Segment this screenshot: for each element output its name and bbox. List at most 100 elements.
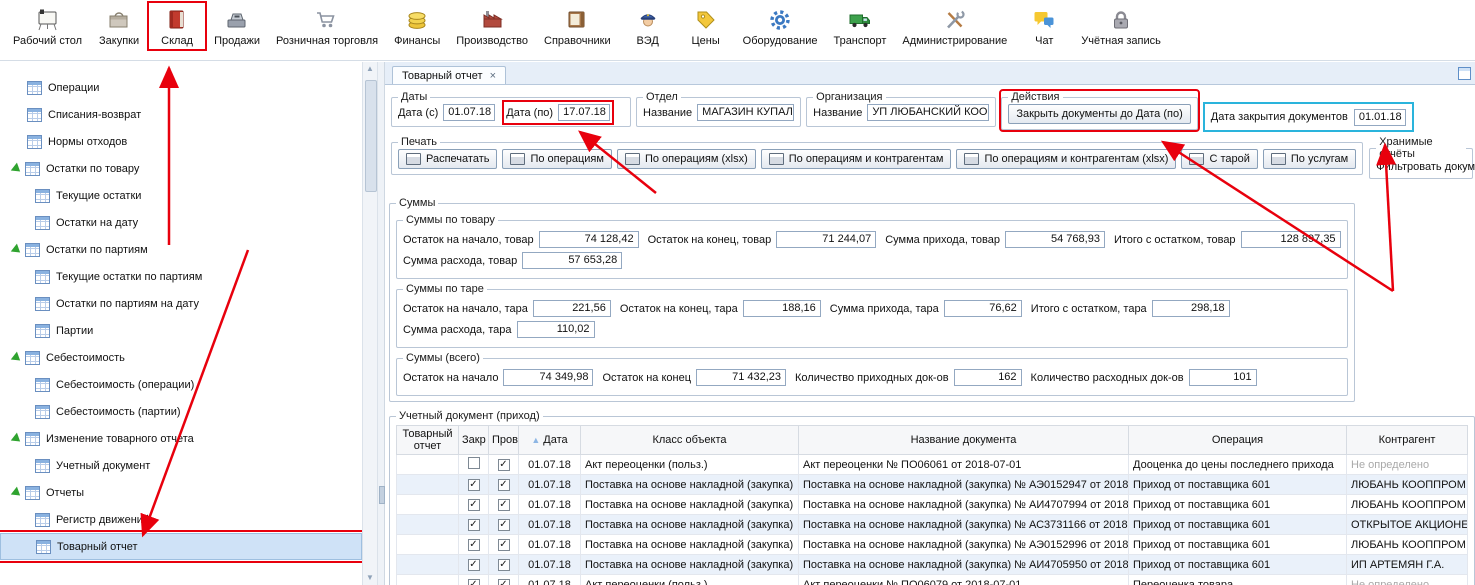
proved-checkbox[interactable]: ✓ (498, 559, 510, 571)
close-documents-button[interactable]: Закрыть документы до Дата (по) (1008, 104, 1190, 124)
table-row[interactable]: ✓ 01.07.18 Акт переоценки (польз.) Акт п… (397, 455, 1468, 475)
table-row[interactable]: ✓ ✓ 01.07.18 Поставка на основе накладно… (397, 535, 1468, 555)
table-row[interactable]: ✓ ✓ 01.07.18 Акт переоценки (польз.) Акт… (397, 575, 1468, 585)
proved-checkbox[interactable]: ✓ (498, 479, 510, 491)
sum-field-value[interactable]: 76,62 (944, 300, 1022, 317)
toolbar-item-transport[interactable]: Транспорт (826, 3, 893, 49)
print-by-operations-xlsx-button[interactable]: По операциям (xlsx) (617, 149, 756, 169)
organization-input[interactable]: УП ЛЮБАНСКИЙ КООПТ (867, 104, 989, 121)
print-by-services-button[interactable]: По услугам (1263, 149, 1356, 169)
date-from-input[interactable]: 01.07.18 (443, 104, 495, 121)
toolbar-item-production[interactable]: Производство (449, 3, 535, 49)
column-closed[interactable]: Закр (459, 426, 489, 455)
closed-checkbox[interactable]: ✓ (468, 479, 480, 491)
column-document-name[interactable]: Название документа (799, 426, 1129, 455)
scroll-up-arrow[interactable]: ▲ (366, 62, 374, 76)
sum-field-value[interactable]: 74 128,42 (539, 231, 639, 248)
closed-checkbox[interactable] (468, 457, 480, 469)
toolbar-item-finance[interactable]: Финансы (387, 3, 447, 49)
tab-list-button[interactable] (1458, 67, 1471, 80)
table-row[interactable]: ✓ ✓ 01.07.18 Поставка на основе накладно… (397, 475, 1468, 495)
sidebar-item-stock-by-batches-on-date[interactable]: Остатки по партиям на дату (0, 290, 362, 317)
sum-field-value[interactable]: 298,18 (1152, 300, 1230, 317)
column-proved[interactable]: Пров (489, 426, 519, 455)
closed-checkbox[interactable]: ✓ (468, 579, 480, 585)
toolbar-item-sales[interactable]: Продажи (207, 3, 267, 49)
sum-field-value[interactable]: 110,02 (517, 321, 595, 338)
proved-checkbox[interactable]: ✓ (498, 459, 510, 471)
sidebar-item-stock-by-batches[interactable]: Остатки по партиям (0, 236, 362, 263)
proved-checkbox[interactable]: ✓ (498, 519, 510, 531)
sidebar-splitter[interactable] (377, 62, 385, 585)
toolbar-item-references[interactable]: Справочники (537, 3, 618, 49)
sidebar-item-current-stock[interactable]: Текущие остатки (0, 182, 362, 209)
sum-field-value[interactable]: 221,56 (533, 300, 611, 317)
proved-checkbox[interactable]: ✓ (498, 499, 510, 511)
sum-field-value[interactable]: 54 768,93 (1005, 231, 1105, 248)
column-contragent[interactable]: Контрагент (1347, 426, 1468, 455)
sidebar-item-accounting-document[interactable]: Учетный документ (0, 452, 362, 479)
sum-field-value[interactable]: 188,16 (743, 300, 821, 317)
toolbar-item-prices[interactable]: Цены (678, 3, 734, 49)
sum-field-value[interactable]: 57 653,28 (522, 252, 622, 269)
toolbar-item-label: Транспорт (833, 35, 886, 47)
table-row[interactable]: ✓ ✓ 01.07.18 Поставка на основе накладно… (397, 495, 1468, 515)
closed-checkbox[interactable]: ✓ (468, 499, 480, 511)
table-icon (27, 81, 42, 95)
sum-field-value[interactable]: 101 (1189, 369, 1257, 386)
sum-field-value[interactable]: 71 432,23 (696, 369, 786, 386)
tab-goods-report[interactable]: Товарный отчет × (392, 66, 506, 84)
sum-field-value[interactable]: 162 (954, 369, 1022, 386)
sum-field-value[interactable]: 74 349,98 (503, 369, 593, 386)
column-goods-report[interactable]: Товарный отчет (397, 426, 459, 455)
print-button[interactable]: Распечатать (398, 149, 497, 169)
toolbar-item-chat[interactable]: Чат (1016, 3, 1072, 49)
sidebar-item-movement-register[interactable]: Регистр движений (0, 506, 362, 533)
department-input[interactable]: МАГАЗИН КУПАЛОВСКИ (697, 104, 794, 121)
sidebar-item-stock-on-date[interactable]: Остатки на дату (0, 209, 362, 236)
toolbar-item-warehouse[interactable]: Склад (149, 3, 205, 49)
sidebar-item-writeoffs-return[interactable]: Списания-возврат (0, 101, 362, 128)
tab-close-icon[interactable]: × (490, 70, 496, 82)
table-row[interactable]: ✓ ✓ 01.07.18 Поставка на основе накладно… (397, 555, 1468, 575)
sum-field-value[interactable]: 128 897,35 (1241, 231, 1341, 248)
print-with-tare-button[interactable]: С тарой (1181, 149, 1257, 169)
scrollbar-thumb[interactable] (365, 80, 377, 192)
sidebar-item-goods-report-change[interactable]: Изменение товарного отчета (0, 425, 362, 452)
close-date-input[interactable]: 01.01.18 (1354, 109, 1406, 126)
print-by-operations-contragents-xlsx-button[interactable]: По операциям и контрагентам (xlsx) (956, 149, 1176, 169)
sidebar-item-operations[interactable]: Операции (0, 74, 362, 101)
proved-checkbox[interactable]: ✓ (498, 579, 510, 585)
toolbar-item-retail[interactable]: Розничная торговля (269, 3, 385, 49)
column-operation[interactable]: Операция (1129, 426, 1347, 455)
date-to-input[interactable]: 17.07.18 (558, 104, 610, 121)
toolbar-item-purchases[interactable]: Закупки (91, 3, 147, 49)
sidebar-item-batches[interactable]: Партии (0, 317, 362, 344)
print-by-operations-contragents-button[interactable]: По операциям и контрагентам (761, 149, 952, 169)
toolbar-item-foreign-trade[interactable]: ВЭД (620, 3, 676, 49)
scroll-down-arrow[interactable]: ▼ (366, 571, 374, 585)
column-date[interactable]: ▲Дата (519, 426, 581, 455)
closed-checkbox[interactable]: ✓ (468, 559, 480, 571)
sidebar-scrollbar[interactable]: ▲ ▼ (362, 62, 377, 585)
sidebar-item-current-stock-by-batches[interactable]: Текущие остатки по партиям (0, 263, 362, 290)
sidebar-item-goods-report[interactable]: Товарный отчет (0, 533, 362, 560)
sidebar-item-cost-batches[interactable]: Себестоимость (партии) (0, 398, 362, 425)
toolbar-item-equipment[interactable]: Оборудование (736, 3, 825, 49)
table-row[interactable]: ✓ ✓ 01.07.18 Поставка на основе накладно… (397, 515, 1468, 535)
print-by-operations-button[interactable]: По операциям (502, 149, 611, 169)
toolbar-item-administration[interactable]: Администрирование (895, 3, 1014, 49)
toolbar-item-desktop[interactable]: Рабочий стол (6, 3, 89, 49)
sum-field-value[interactable]: 71 244,07 (776, 231, 876, 248)
cell-date: 01.07.18 (519, 555, 581, 575)
proved-checkbox[interactable]: ✓ (498, 539, 510, 551)
sidebar-item-cost[interactable]: Себестоимость (0, 344, 362, 371)
column-object-class[interactable]: Класс объекта (581, 426, 799, 455)
closed-checkbox[interactable]: ✓ (468, 519, 480, 531)
sidebar-item-waste-norms[interactable]: Нормы отходов (0, 128, 362, 155)
toolbar-item-account[interactable]: Учётная запись (1074, 3, 1168, 49)
sidebar-item-stock-by-goods[interactable]: Остатки по товару (0, 155, 362, 182)
sidebar-item-reports[interactable]: Отчеты (0, 479, 362, 506)
closed-checkbox[interactable]: ✓ (468, 539, 480, 551)
sidebar-item-cost-operations[interactable]: Себестоимость (операции) (0, 371, 362, 398)
